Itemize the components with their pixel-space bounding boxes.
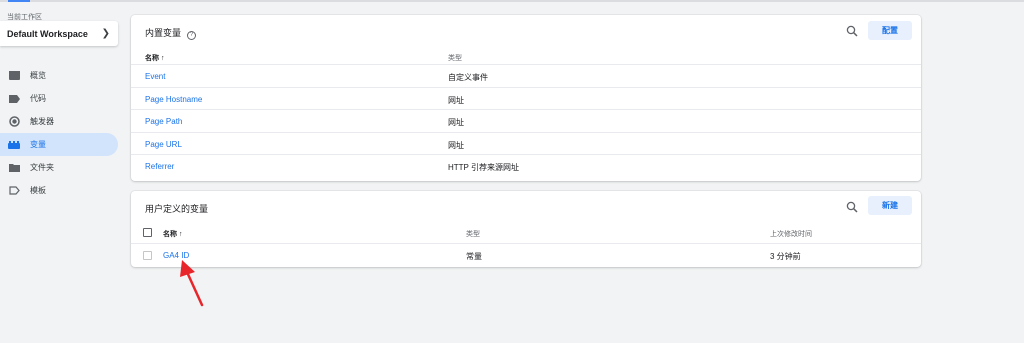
variable-type: 网址 — [448, 140, 464, 150]
top-progress-line — [0, 0, 1024, 2]
configure-button[interactable]: 配置 — [868, 21, 912, 40]
variables-icon — [8, 140, 20, 150]
help-icon[interactable]: ? — [187, 31, 197, 40]
variable-name-link[interactable]: Event — [145, 72, 165, 81]
sidebar-item-templates[interactable]: 模板 — [0, 179, 118, 202]
sidebar-item-variables[interactable]: 变量 — [0, 133, 118, 156]
card-header: 用户定义的变量 新建 — [131, 191, 921, 223]
card-header: 内置变量? 配置 — [131, 15, 921, 47]
variable-name-link[interactable]: Referrer — [145, 162, 174, 171]
workspace-selector[interactable]: Default Workspace ❯ — [0, 21, 118, 46]
table-header: 名称 ↑ 类型 — [131, 47, 921, 65]
sidebar-item-overview[interactable]: 概览 — [0, 64, 118, 87]
builtin-title: 内置变量 — [145, 28, 182, 38]
variable-name-link[interactable]: Page Hostname — [145, 95, 202, 104]
column-name-sort[interactable]: 名称 ↑ — [145, 53, 164, 63]
sidebar-item-tags[interactable]: 代码 — [0, 87, 118, 110]
table-row[interactable]: Event 自定义事件 — [131, 65, 921, 88]
column-type: 类型 — [466, 231, 480, 238]
card-title: 用户定义的变量 — [145, 204, 209, 214]
template-icon — [8, 186, 20, 196]
variable-type: HTTP 引荐来源网址 — [448, 163, 519, 173]
user-defined-variables-card: 用户定义的变量 新建 名称 ↑ 类型 上次修改时间 GA4 ID 常量 3 分钟… — [131, 191, 921, 267]
overview-icon — [8, 71, 20, 81]
top-accent — [8, 0, 30, 2]
tag-icon — [8, 94, 20, 104]
sidebar-nav: 概览 代码 触发器 变量 文件夹 模板 — [0, 64, 118, 202]
chevron-right-icon: ❯ — [101, 28, 110, 39]
trigger-icon — [8, 116, 20, 127]
table-header: 名称 ↑ 类型 上次修改时间 — [131, 223, 921, 244]
sidebar-item-label: 变量 — [30, 140, 46, 149]
table-row[interactable]: Page Path 网址 — [131, 110, 921, 133]
card-title: 内置变量? — [145, 26, 197, 40]
column-last-modified: 上次修改时间 — [770, 231, 812, 238]
variable-type: 自定义事件 — [448, 73, 488, 82]
search-icon[interactable] — [846, 200, 858, 213]
sidebar-item-label: 文件夹 — [30, 163, 54, 172]
folder-icon — [8, 163, 20, 173]
select-all-checkbox[interactable] — [143, 228, 152, 237]
sidebar-item-label: 模板 — [30, 186, 46, 195]
sidebar-item-triggers[interactable]: 触发器 — [0, 110, 118, 133]
workspace-name: Default Workspace — [7, 28, 88, 39]
builtin-variables-card: 内置变量? 配置 名称 ↑ 类型 Event 自定义事件 Page Hostna… — [131, 15, 921, 181]
column-name-sort[interactable]: 名称 ↑ — [163, 229, 182, 239]
annotation-arrow-icon — [180, 260, 204, 307]
variable-type: 常量 — [466, 252, 482, 261]
sidebar-item-folders[interactable]: 文件夹 — [0, 156, 118, 179]
column-type: 类型 — [448, 55, 462, 62]
sidebar-item-label: 触发器 — [30, 117, 54, 126]
variable-type: 网址 — [448, 95, 464, 105]
table-row[interactable]: Referrer HTTP 引荐来源网址 — [131, 155, 921, 178]
variable-type: 网址 — [448, 118, 464, 128]
table-row[interactable]: Page Hostname 网址 — [131, 88, 921, 111]
sidebar-item-label: 代码 — [30, 94, 46, 103]
last-modified-value: 3 分钟前 — [770, 252, 801, 261]
new-variable-button[interactable]: 新建 — [868, 196, 912, 215]
variable-name-link[interactable]: Page URL — [145, 140, 182, 149]
table-row[interactable]: GA4 ID 常量 3 分钟前 — [131, 244, 921, 266]
sidebar-item-label: 概览 — [30, 71, 46, 80]
row-checkbox[interactable] — [143, 251, 152, 260]
variable-name-link[interactable]: Page Path — [145, 117, 182, 126]
table-row[interactable]: Page URL 网址 — [131, 133, 921, 156]
search-icon[interactable] — [846, 24, 858, 37]
